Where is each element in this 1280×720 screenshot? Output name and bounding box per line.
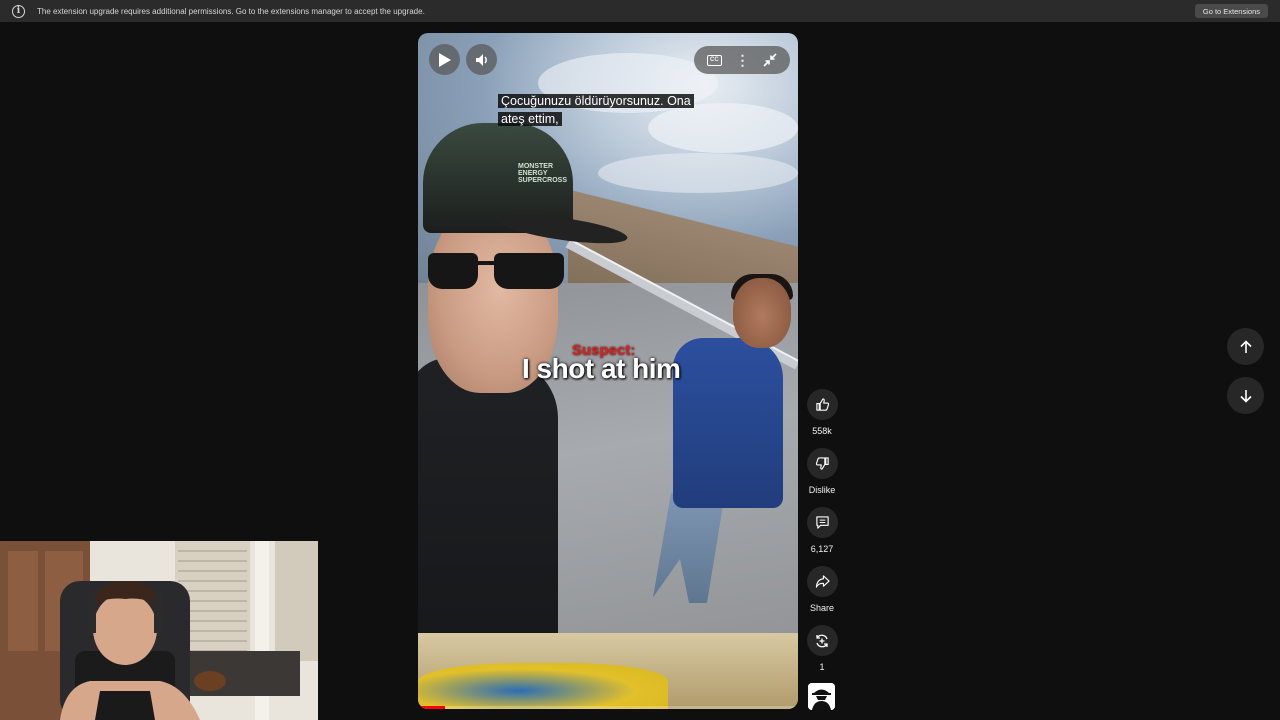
captions-button[interactable]: CC [706, 54, 722, 66]
volume-icon [475, 53, 487, 66]
webcam-image [0, 541, 318, 720]
volume-button[interactable] [466, 44, 497, 75]
like-button[interactable] [806, 389, 838, 420]
comment-count: 6,127 [810, 544, 834, 554]
burned-in-caption: I shot at him [522, 353, 681, 384]
streamer-webcam-overlay [0, 541, 318, 720]
player-controls-group: CC ⋮ [694, 46, 790, 74]
collapse-icon[interactable] [763, 53, 777, 67]
remix-icon [816, 634, 828, 647]
thumbs-up-icon [815, 398, 829, 411]
comments-button[interactable] [806, 507, 838, 538]
remix-button[interactable] [806, 625, 838, 656]
cap-logo-text: MONSTER ENERGY SUPERCROSS [518, 163, 568, 184]
comment-icon [815, 516, 829, 529]
share-icon [815, 575, 830, 588]
remix-action: 1 [806, 625, 838, 672]
shorts-video-player[interactable]: MONSTER ENERGY SUPERCROSS CC ⋮ Çocuğunuz… [418, 33, 798, 709]
arrow-down-icon [1239, 389, 1252, 403]
like-action: 558k [806, 389, 838, 436]
previous-video-button[interactable] [1227, 328, 1264, 365]
info-icon: i [12, 4, 25, 18]
video-progress-bar[interactable] [418, 706, 798, 709]
remix-count: 1 [819, 662, 825, 672]
dislike-label: Dislike [808, 485, 836, 495]
video-progress-fill [418, 706, 445, 709]
closed-caption-overlay: Çocuğunuzu öldürüyorsunuz. Ona ateş etti… [498, 92, 698, 128]
share-label: Share [809, 603, 835, 613]
comment-action: 6,127 [806, 507, 838, 554]
share-button[interactable] [806, 566, 838, 597]
spy-avatar-icon [808, 683, 835, 710]
dislike-button[interactable] [806, 448, 838, 479]
play-icon [439, 52, 451, 67]
thumbs-down-icon [815, 457, 829, 470]
dislike-action: Dislike [806, 448, 838, 495]
extension-notification-bar: i The extension upgrade requires additio… [0, 0, 1280, 22]
caption-line-1: Çocuğunuzu öldürüyorsunuz. Ona [498, 94, 694, 108]
play-button[interactable] [429, 44, 460, 75]
next-video-button[interactable] [1227, 377, 1264, 414]
share-action: Share [806, 566, 838, 613]
caption-line-2: ateş ettim, [498, 112, 562, 126]
more-options-button[interactable]: ⋮ [735, 53, 749, 67]
arrow-up-icon [1239, 339, 1252, 353]
channel-avatar[interactable] [808, 683, 835, 710]
notification-text: The extension upgrade requires additiona… [37, 6, 425, 16]
like-count: 558k [812, 426, 832, 436]
go-to-extensions-button[interactable]: Go to Extensions [1194, 4, 1268, 18]
